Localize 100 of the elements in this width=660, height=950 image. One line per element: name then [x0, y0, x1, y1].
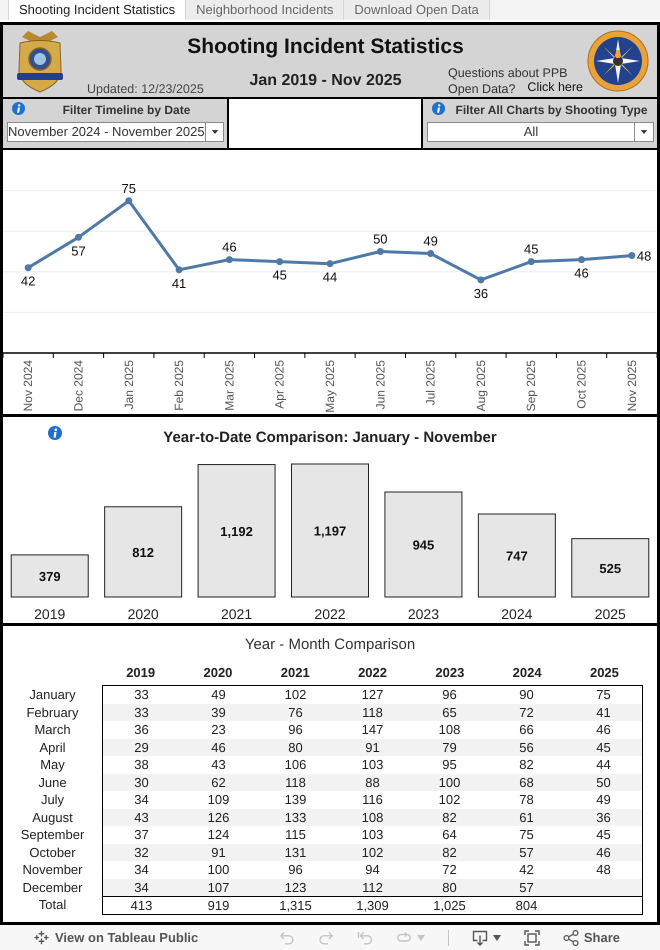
table-cell-text: 127: [360, 686, 384, 704]
row-label: August: [31, 808, 74, 826]
table-cell: 46: [180, 738, 257, 756]
row-label: June: [37, 774, 68, 791]
fullscreen-icon: [524, 930, 540, 946]
filter-dropdown[interactable]: November 2024 - November 2025: [7, 122, 224, 142]
axis-label: May 2025: [323, 360, 337, 413]
table-cell: 76: [257, 704, 334, 721]
table-cell: 88: [334, 774, 411, 791]
data-label: 46: [574, 266, 589, 281]
data-point: [125, 197, 132, 204]
table-cell: 57: [488, 878, 565, 896]
share-button[interactable]: Share: [562, 930, 620, 946]
table-cell: 41: [565, 704, 642, 721]
table-cell: 56: [488, 738, 565, 756]
questions-text: Open Data?: [448, 82, 516, 96]
table-cell-text: 106: [284, 756, 308, 774]
data-label: 45: [524, 242, 538, 257]
column-header: 2025: [588, 664, 620, 682]
table-cell: 91: [334, 738, 411, 756]
column-header: 2024: [512, 664, 543, 682]
bar-value-label: 747: [506, 548, 528, 564]
table-cell-text: 64: [441, 826, 458, 844]
table-cell-text: 78: [518, 791, 535, 808]
axis-label: Sep 2025: [524, 360, 538, 412]
table-cell: 108: [334, 808, 411, 826]
axis-label: 2021: [221, 606, 252, 622]
table-cell-text: 49: [595, 791, 612, 808]
axis-label: 2024: [501, 606, 532, 622]
view-on-tableau-link[interactable]: View on Tableau Public: [33, 929, 198, 946]
table-cell-text: 116: [361, 791, 384, 808]
click-here-link[interactable]: Click here: [527, 80, 583, 94]
table-cell: 43: [103, 808, 180, 826]
table-cell-text: 96: [287, 861, 304, 878]
data-label: 46: [222, 240, 237, 255]
data-label: 50: [373, 232, 388, 246]
table-cell-text: 109: [206, 791, 230, 808]
table-cell-text: 38: [133, 756, 150, 774]
filter-label: Filter All Charts by Shooting Type: [454, 102, 648, 119]
data-label: 44: [322, 270, 338, 285]
row-label: April: [38, 738, 66, 756]
table-cell: 82: [411, 808, 488, 826]
table-cell-text: 34: [133, 791, 150, 808]
table-cell-text: 45: [595, 826, 612, 844]
tab[interactable]: Neighborhood Incidents: [186, 0, 344, 20]
table-cell-text: 34: [133, 861, 150, 878]
table-cell: 62: [180, 774, 257, 791]
table-cell: 72: [488, 704, 565, 721]
row-label: November: [22, 861, 84, 878]
axis-label: Dec 2024: [71, 360, 86, 412]
tab[interactable]: Download Open Data: [344, 0, 490, 20]
table-title: Year - Month Comparison: [244, 635, 416, 654]
info-icon[interactable]: [12, 102, 25, 115]
table-cell: 30: [103, 774, 180, 791]
table-cell: 80: [257, 738, 334, 756]
table-cell-text: 46: [595, 721, 612, 738]
column-header: 2020: [202, 664, 234, 682]
data-point: [226, 256, 233, 264]
bar-value-label: 812: [132, 544, 154, 560]
data-label: 49: [423, 234, 438, 249]
share-icon: [562, 930, 579, 946]
table-cell-text: 103: [360, 826, 384, 844]
fullscreen-button[interactable]: [524, 930, 540, 946]
download-icon: [472, 930, 488, 946]
revert-icon: [356, 930, 373, 946]
table-cell: 123: [257, 878, 334, 896]
filter-dropdown[interactable]: All: [427, 122, 654, 142]
axis-label: Nov 2025: [624, 360, 639, 412]
table-cell-text: 139: [284, 791, 308, 808]
table-cell-text: 49: [210, 686, 227, 704]
axis-label: Oct 2025: [574, 360, 589, 409]
table-cell: 112: [334, 878, 411, 896]
table-cell-text: 75: [518, 826, 535, 844]
table-cell-text: 42: [518, 861, 535, 878]
axis-label: 2025: [594, 606, 626, 622]
info-icon[interactable]: [48, 426, 62, 440]
info-icon[interactable]: [432, 102, 445, 115]
caret-icon: [416, 934, 425, 940]
data-label: 41: [172, 276, 186, 291]
table-cell: 102: [334, 844, 411, 861]
compass-seal-logo: [587, 30, 649, 92]
download-button[interactable]: [472, 930, 501, 946]
row-label: December: [22, 878, 84, 896]
data-point: [276, 258, 284, 266]
table-cell: 118: [257, 774, 334, 791]
axis-label: 2019: [34, 606, 66, 622]
row-label: Total: [38, 896, 68, 914]
crosses-icon: [33, 929, 50, 946]
data-point: [628, 252, 636, 260]
table-cell-text: 102: [284, 686, 308, 704]
date-range-subtitle: Jan 2019 - Nov 2025: [249, 71, 402, 91]
table-cell-text: 33: [133, 686, 150, 704]
tab[interactable]: Shooting Incident Statistics: [8, 0, 186, 20]
table-cell-text: 1,025: [432, 897, 467, 914]
table-cell-text: 37: [133, 826, 150, 844]
table-cell: 29: [103, 738, 180, 756]
table-cell-text: 108: [438, 721, 462, 738]
data-point: [74, 234, 82, 241]
table-cell-text: 23: [210, 721, 227, 738]
axis-label: Jan 2025: [122, 360, 136, 410]
